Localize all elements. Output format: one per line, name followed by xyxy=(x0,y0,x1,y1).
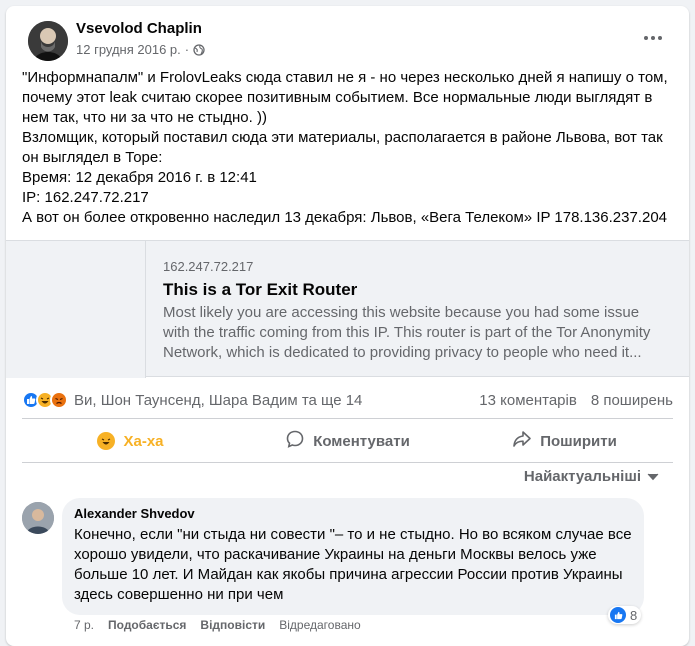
comment-actions: 7 р. Подобається Відповісти Відредагован… xyxy=(74,618,361,632)
reaction-stats: Ви, Шон Таунсенд, Шара Вадим та ще 14 13… xyxy=(22,387,673,413)
comment-like-button[interactable]: Подобається xyxy=(108,618,186,632)
author-avatar[interactable] xyxy=(28,21,68,61)
comment-label: Коментувати xyxy=(313,432,410,450)
comment-reaction-summary[interactable]: 8 xyxy=(608,606,642,624)
sort-label: Найактуальніші xyxy=(523,468,641,485)
like-reaction-icon xyxy=(610,607,626,623)
link-description: Most likely you are accessing this websi… xyxy=(163,304,651,361)
post-date[interactable]: 12 грудня 2016 р. xyxy=(76,42,181,57)
post-text-line: Время: 12 декабря 2016 г. в 12:41 xyxy=(22,169,257,186)
link-title[interactable]: This is a Tor Exit Router xyxy=(163,280,663,300)
link-thumbnail[interactable] xyxy=(6,241,146,378)
link-preview[interactable]: 162.247.72.217 This is a Tor Exit Router… xyxy=(6,240,689,378)
chevron-down-icon xyxy=(647,468,659,485)
meta-separator: · xyxy=(184,42,190,57)
post-card: Vsevolod Chaplin 12 грудня 2016 р. · "Ин… xyxy=(6,6,689,646)
share-button[interactable]: Поширити xyxy=(456,424,673,458)
post-counts: 13 коментарів 8 поширень xyxy=(479,392,673,409)
reaction-label: Ха-ха xyxy=(123,432,164,450)
comment-button[interactable]: Коментувати xyxy=(239,424,456,458)
post-meta: 12 грудня 2016 р. · xyxy=(76,42,205,57)
haha-icon xyxy=(97,432,116,450)
comment-icon xyxy=(285,429,305,453)
post-text-line: Взломщик, который поставил сюда эти мате… xyxy=(22,129,663,166)
reaction-icons[interactable] xyxy=(22,391,68,409)
link-domain: 162.247.72.217 xyxy=(163,259,254,274)
comments-count[interactable]: 13 коментарів xyxy=(479,392,577,409)
post-header: Vsevolod Chaplin 12 грудня 2016 р. · xyxy=(18,16,677,66)
more-options-icon[interactable] xyxy=(641,28,665,48)
comment-reply-button[interactable]: Відповісти xyxy=(200,618,265,632)
post-text-line: "Информнапалм" и FrolovLeaks сюда ставил… xyxy=(22,69,668,126)
share-icon xyxy=(512,429,532,453)
author-name[interactable]: Vsevolod Chaplin xyxy=(76,20,202,37)
commenter-name[interactable]: Alexander Shvedov xyxy=(74,506,632,521)
comment-text: Конечно, если "ни стыда ни совести "– то… xyxy=(74,526,632,603)
post-text: "Информнапалм" и FrolovLeaks сюда ставил… xyxy=(22,68,674,228)
divider xyxy=(22,462,673,463)
reacters-text[interactable]: Ви, Шон Таунсенд, Шара Вадим та ще 14 xyxy=(74,392,362,409)
reaction-button[interactable]: Ха-ха xyxy=(22,424,239,458)
comment-bubble: Alexander Shvedov Конечно, если "ни стыд… xyxy=(62,498,644,615)
comment-sort-dropdown[interactable]: Найактуальніші xyxy=(524,468,659,485)
comment-edited-label: Відредаговано xyxy=(279,618,361,632)
post-text-line: IP: 162.247.72.217 xyxy=(22,189,149,206)
shares-count[interactable]: 8 поширень xyxy=(591,392,673,409)
angry-reaction-icon xyxy=(50,391,68,409)
commenter-avatar[interactable] xyxy=(22,502,54,534)
divider xyxy=(22,418,673,419)
post-text-line: А вот он более откровенно наследил 13 де… xyxy=(22,209,667,226)
post-actions: Ха-ха Коментувати Поширити xyxy=(22,424,673,458)
link-body: 162.247.72.217 This is a Tor Exit Router… xyxy=(163,259,663,363)
share-label: Поширити xyxy=(540,432,617,450)
globe-icon xyxy=(193,43,205,56)
comment-reaction-count: 8 xyxy=(630,607,638,623)
comment-time[interactable]: 7 р. xyxy=(74,618,94,632)
